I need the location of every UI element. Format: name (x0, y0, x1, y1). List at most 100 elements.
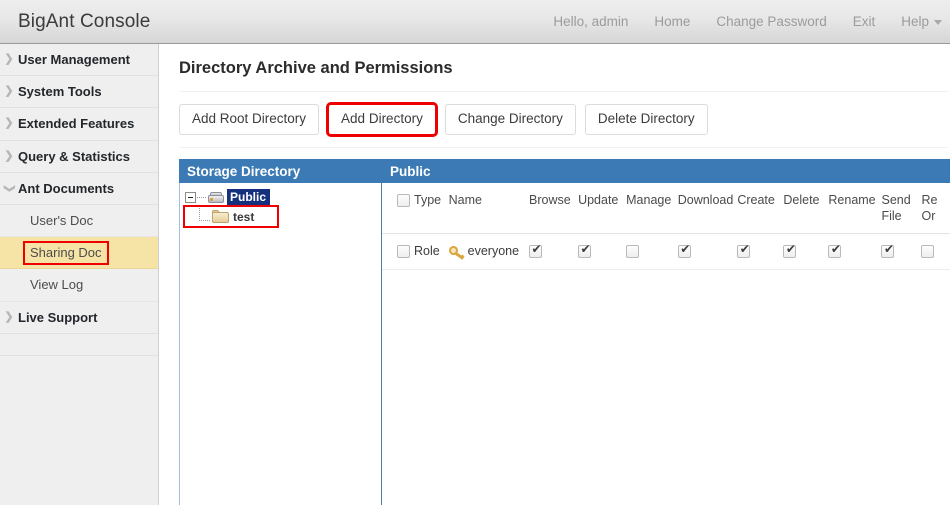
top-navigation: Hello, admin Home Change Password Exit H… (553, 14, 950, 29)
greeting-label: Hello, admin (553, 14, 629, 29)
table-header-row: Type Name Browse Update Manage Download … (382, 183, 950, 235)
chevron-right-icon: ❯ (4, 85, 14, 98)
add-directory-button[interactable]: Add Directory (326, 102, 438, 137)
sidebar-item-ant-documents[interactable]: ❯ Ant Documents (0, 173, 158, 205)
chevron-down-icon: ❯ (3, 183, 16, 193)
browse-checkbox[interactable] (529, 243, 543, 259)
storage-directory-header: Storage Directory (179, 159, 382, 183)
sidebar-item-live-support[interactable]: ❯ Live Support (0, 302, 158, 334)
col-send-file: Send File (879, 183, 920, 235)
sidebar-item-view-log[interactable]: View Log (0, 269, 158, 302)
table-row: Role everyone (382, 233, 950, 271)
permissions-panel: Public Type Name Browse Update Manage Do… (382, 159, 950, 505)
cell-create (735, 233, 782, 271)
col-read-only: Re Or (919, 183, 950, 235)
col-create: Create (735, 183, 782, 235)
row-select-cell (382, 233, 412, 271)
cell-update (576, 233, 625, 271)
col-update: Update (576, 183, 625, 235)
sidebar-item-label: System Tools (18, 84, 102, 100)
cell-rename (826, 233, 880, 271)
nav-home[interactable]: Home (654, 14, 690, 29)
chevron-right-icon: ❯ (4, 310, 14, 323)
sidebar-item-label: View Log (30, 277, 84, 293)
delete-directory-button[interactable]: Delete Directory (584, 104, 708, 135)
top-bar: BigAnt Console Hello, admin Home Change … (0, 0, 950, 44)
read-only-checkbox[interactable] (921, 245, 935, 259)
tree-node-test[interactable]: test (183, 205, 279, 228)
toolbar-divider (179, 146, 948, 148)
sidebar-item-query-statistics[interactable]: ❯ Query & Statistics (0, 141, 158, 173)
col-browse: Browse (527, 183, 577, 235)
cell-manage (624, 233, 676, 271)
permissions-body: Type Name Browse Update Manage Download … (382, 183, 950, 505)
sidebar-item-label: User's Doc (30, 213, 94, 229)
send-file-checkbox[interactable] (881, 243, 895, 259)
tree-node-public[interactable]: Public (185, 189, 381, 206)
permissions-table-head: Type Name Browse Update Manage Download … (382, 183, 950, 235)
drive-icon (208, 191, 224, 204)
sidebar-item-system-tools[interactable]: ❯ System Tools (0, 76, 158, 109)
sidebar-item-label: Extended Features (18, 116, 135, 132)
create-checkbox[interactable] (737, 243, 751, 259)
col-type: Type (412, 183, 447, 235)
download-checkbox[interactable] (677, 243, 692, 259)
col-download: Download (675, 183, 736, 235)
cell-download (675, 233, 736, 271)
nav-help[interactable]: Help (901, 14, 942, 29)
add-root-directory-button[interactable]: Add Root Directory (179, 104, 320, 135)
col-delete: Delete (781, 183, 827, 235)
nav-help-label: Help (901, 14, 929, 29)
folder-icon (212, 210, 229, 223)
storage-directory-panel: Storage Directory Public test (179, 159, 382, 505)
select-all-checkbox[interactable] (397, 194, 410, 208)
delete-checkbox[interactable] (783, 243, 797, 259)
tree-collapse-icon[interactable] (185, 192, 196, 203)
tree-connector (197, 197, 206, 198)
permissions-table-body: Role everyone (382, 233, 950, 271)
cell-browse (527, 233, 577, 271)
sidebar: ❯ User Management ❯ System Tools ❯ Exten… (0, 44, 159, 505)
tree-node-label: test (233, 209, 255, 224)
app-brand-title: BigAnt Console (18, 10, 151, 32)
cell-read-only (919, 233, 950, 271)
cell-delete (781, 233, 827, 271)
chevron-right-icon: ❯ (4, 117, 14, 130)
key-icon (447, 245, 465, 260)
sidebar-item-label: Ant Documents (18, 180, 115, 196)
sidebar-item-users-doc[interactable]: User's Doc (0, 205, 158, 238)
storage-directory-body: Public test (179, 183, 382, 505)
nav-exit[interactable]: Exit (853, 14, 876, 29)
sidebar-item-extended-features[interactable]: ❯ Extended Features (0, 108, 158, 141)
tree-node-label: Public (227, 189, 271, 206)
sidebar-background-fill (0, 355, 158, 505)
main-content: Directory Archive and Permissions Add Ro… (160, 44, 950, 505)
permissions-header: Public (382, 159, 950, 183)
sidebar-item-user-management[interactable]: ❯ User Management (0, 44, 158, 77)
manage-checkbox[interactable] (626, 245, 640, 259)
row-name-label: everyone (467, 244, 520, 259)
tree-connector (199, 207, 210, 221)
page-title: Directory Archive and Permissions (179, 59, 453, 77)
update-checkbox[interactable] (578, 243, 592, 259)
panels-container: Storage Directory Public test Public Typ… (179, 159, 950, 505)
row-name-cell: everyone (446, 233, 527, 271)
sidebar-item-label: Query & Statistics (18, 148, 130, 164)
action-toolbar: Add Root Directory Add Directory Change … (160, 92, 950, 137)
rename-checkbox[interactable] (828, 243, 842, 259)
col-manage: Manage (624, 183, 676, 235)
chevron-right-icon: ❯ (4, 53, 14, 66)
sidebar-item-label: Sharing Doc (23, 240, 109, 265)
row-select-checkbox[interactable] (397, 245, 410, 259)
chevron-down-icon (934, 19, 942, 25)
nav-change-password[interactable]: Change Password (716, 14, 826, 29)
sidebar-item-sharing-doc[interactable]: Sharing Doc (0, 237, 158, 270)
cell-send-file (879, 233, 920, 271)
permissions-table: Type Name Browse Update Manage Download … (382, 183, 950, 271)
sidebar-item-label: User Management (18, 52, 130, 68)
col-name: Name (446, 183, 527, 235)
app-window: BigAnt Console Hello, admin Home Change … (0, 0, 950, 505)
directory-tree: Public test (183, 189, 381, 228)
col-select-all (382, 183, 412, 235)
change-directory-button[interactable]: Change Directory (444, 104, 576, 135)
